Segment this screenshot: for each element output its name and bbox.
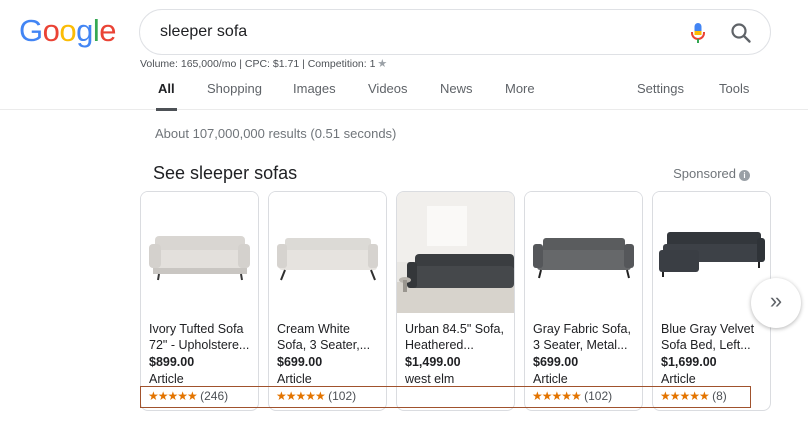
product-price: $699.00 bbox=[277, 355, 323, 369]
search-button[interactable] bbox=[730, 22, 752, 44]
product-title[interactable]: Ivory Tufted Sofa 72" - Upholstere... bbox=[149, 321, 254, 353]
product-title[interactable]: Urban 84.5" Sofa, Heathered... bbox=[405, 321, 510, 353]
product-rating: ★★★★★ (102) bbox=[276, 389, 356, 403]
logo-letter-o2: o bbox=[59, 13, 77, 48]
shopping-section-title: See sleeper sofas bbox=[153, 163, 298, 183]
rating-stars-icon: ★★★★★ bbox=[276, 389, 326, 403]
rating-stars-icon: ★★★★★ bbox=[148, 389, 198, 403]
logo-letter-o1: o bbox=[42, 13, 60, 48]
results-stats: About 107,000,000 results (0.51 seconds) bbox=[155, 126, 397, 141]
product-image[interactable] bbox=[397, 192, 514, 313]
review-count: (246) bbox=[200, 389, 229, 403]
microphone-icon[interactable] bbox=[688, 21, 708, 45]
tab-tools[interactable]: Tools bbox=[719, 81, 749, 96]
tab-shopping[interactable]: Shopping bbox=[207, 81, 262, 96]
tab-news[interactable]: News bbox=[440, 81, 473, 96]
google-logo[interactable]: Google bbox=[19, 13, 117, 49]
rating-stars-icon: ★★★★★ bbox=[532, 389, 582, 403]
search-input[interactable] bbox=[160, 23, 660, 41]
tab-images[interactable]: Images bbox=[293, 81, 336, 96]
product-store: Article bbox=[149, 372, 184, 386]
magnifier-icon bbox=[731, 23, 751, 43]
logo-letter-g: G bbox=[19, 13, 43, 48]
product-store: Article bbox=[277, 372, 312, 386]
sponsored-label: Sponsored i bbox=[673, 166, 750, 181]
tab-all[interactable]: All bbox=[156, 81, 177, 111]
product-carousel: Ivory Tufted Sofa 72" - Upholstere... $8… bbox=[140, 191, 780, 411]
tab-settings[interactable]: Settings bbox=[637, 81, 684, 96]
info-icon[interactable]: i bbox=[739, 170, 750, 181]
product-title[interactable]: Gray Fabric Sofa, 3 Seater, Metal... bbox=[533, 321, 638, 353]
product-rating: ★★★★★ (8) bbox=[660, 389, 727, 403]
star-icon[interactable]: ★ bbox=[377, 58, 387, 70]
product-title[interactable]: Blue Gray Velvet Sofa Bed, Left... bbox=[661, 321, 766, 353]
search-tabs: All Shopping Images Videos News More Set… bbox=[0, 72, 808, 111]
review-count: (102) bbox=[584, 389, 613, 403]
logo-letter-e: e bbox=[99, 13, 117, 48]
keyword-stats: Volume: 165,000/mo | CPC: $1.71 | Compet… bbox=[140, 57, 387, 70]
sponsored-text: Sponsored bbox=[673, 166, 736, 181]
product-rating: ★★★★★ (102) bbox=[532, 389, 612, 403]
double-chevron-right-icon: » bbox=[769, 288, 783, 313]
product-card[interactable]: Ivory Tufted Sofa 72" - Upholstere... $8… bbox=[140, 191, 259, 411]
product-store: west elm bbox=[405, 372, 455, 386]
product-image[interactable] bbox=[141, 192, 258, 313]
product-store: Article bbox=[533, 372, 568, 386]
product-price: $899.00 bbox=[149, 355, 195, 369]
logo-letter-g2: g bbox=[76, 13, 93, 48]
tab-videos[interactable]: Videos bbox=[368, 81, 408, 96]
keyword-stats-text: Volume: 165,000/mo | CPC: $1.71 | Compet… bbox=[140, 58, 376, 70]
product-rating: ★★★★★ (246) bbox=[148, 389, 228, 403]
product-card[interactable]: Cream White Sofa, 3 Seater,... $699.00 A… bbox=[268, 191, 387, 411]
product-price: $699.00 bbox=[533, 355, 579, 369]
product-store: Article bbox=[661, 372, 696, 386]
search-box[interactable] bbox=[139, 9, 771, 55]
product-title[interactable]: Cream White Sofa, 3 Seater,... bbox=[277, 321, 382, 353]
rating-stars-icon: ★★★★★ bbox=[660, 389, 710, 403]
review-count: (8) bbox=[712, 389, 727, 403]
product-image[interactable] bbox=[269, 192, 386, 313]
product-price: $1,699.00 bbox=[661, 355, 717, 369]
tab-more[interactable]: More bbox=[505, 81, 535, 96]
product-image[interactable] bbox=[525, 192, 642, 313]
review-count: (102) bbox=[328, 389, 357, 403]
product-card[interactable]: Urban 84.5" Sofa, Heathered... $1,499.00… bbox=[396, 191, 515, 411]
product-price: $1,499.00 bbox=[405, 355, 461, 369]
product-card[interactable]: Gray Fabric Sofa, 3 Seater, Metal... $69… bbox=[524, 191, 643, 411]
carousel-next-button[interactable]: » bbox=[751, 278, 801, 328]
